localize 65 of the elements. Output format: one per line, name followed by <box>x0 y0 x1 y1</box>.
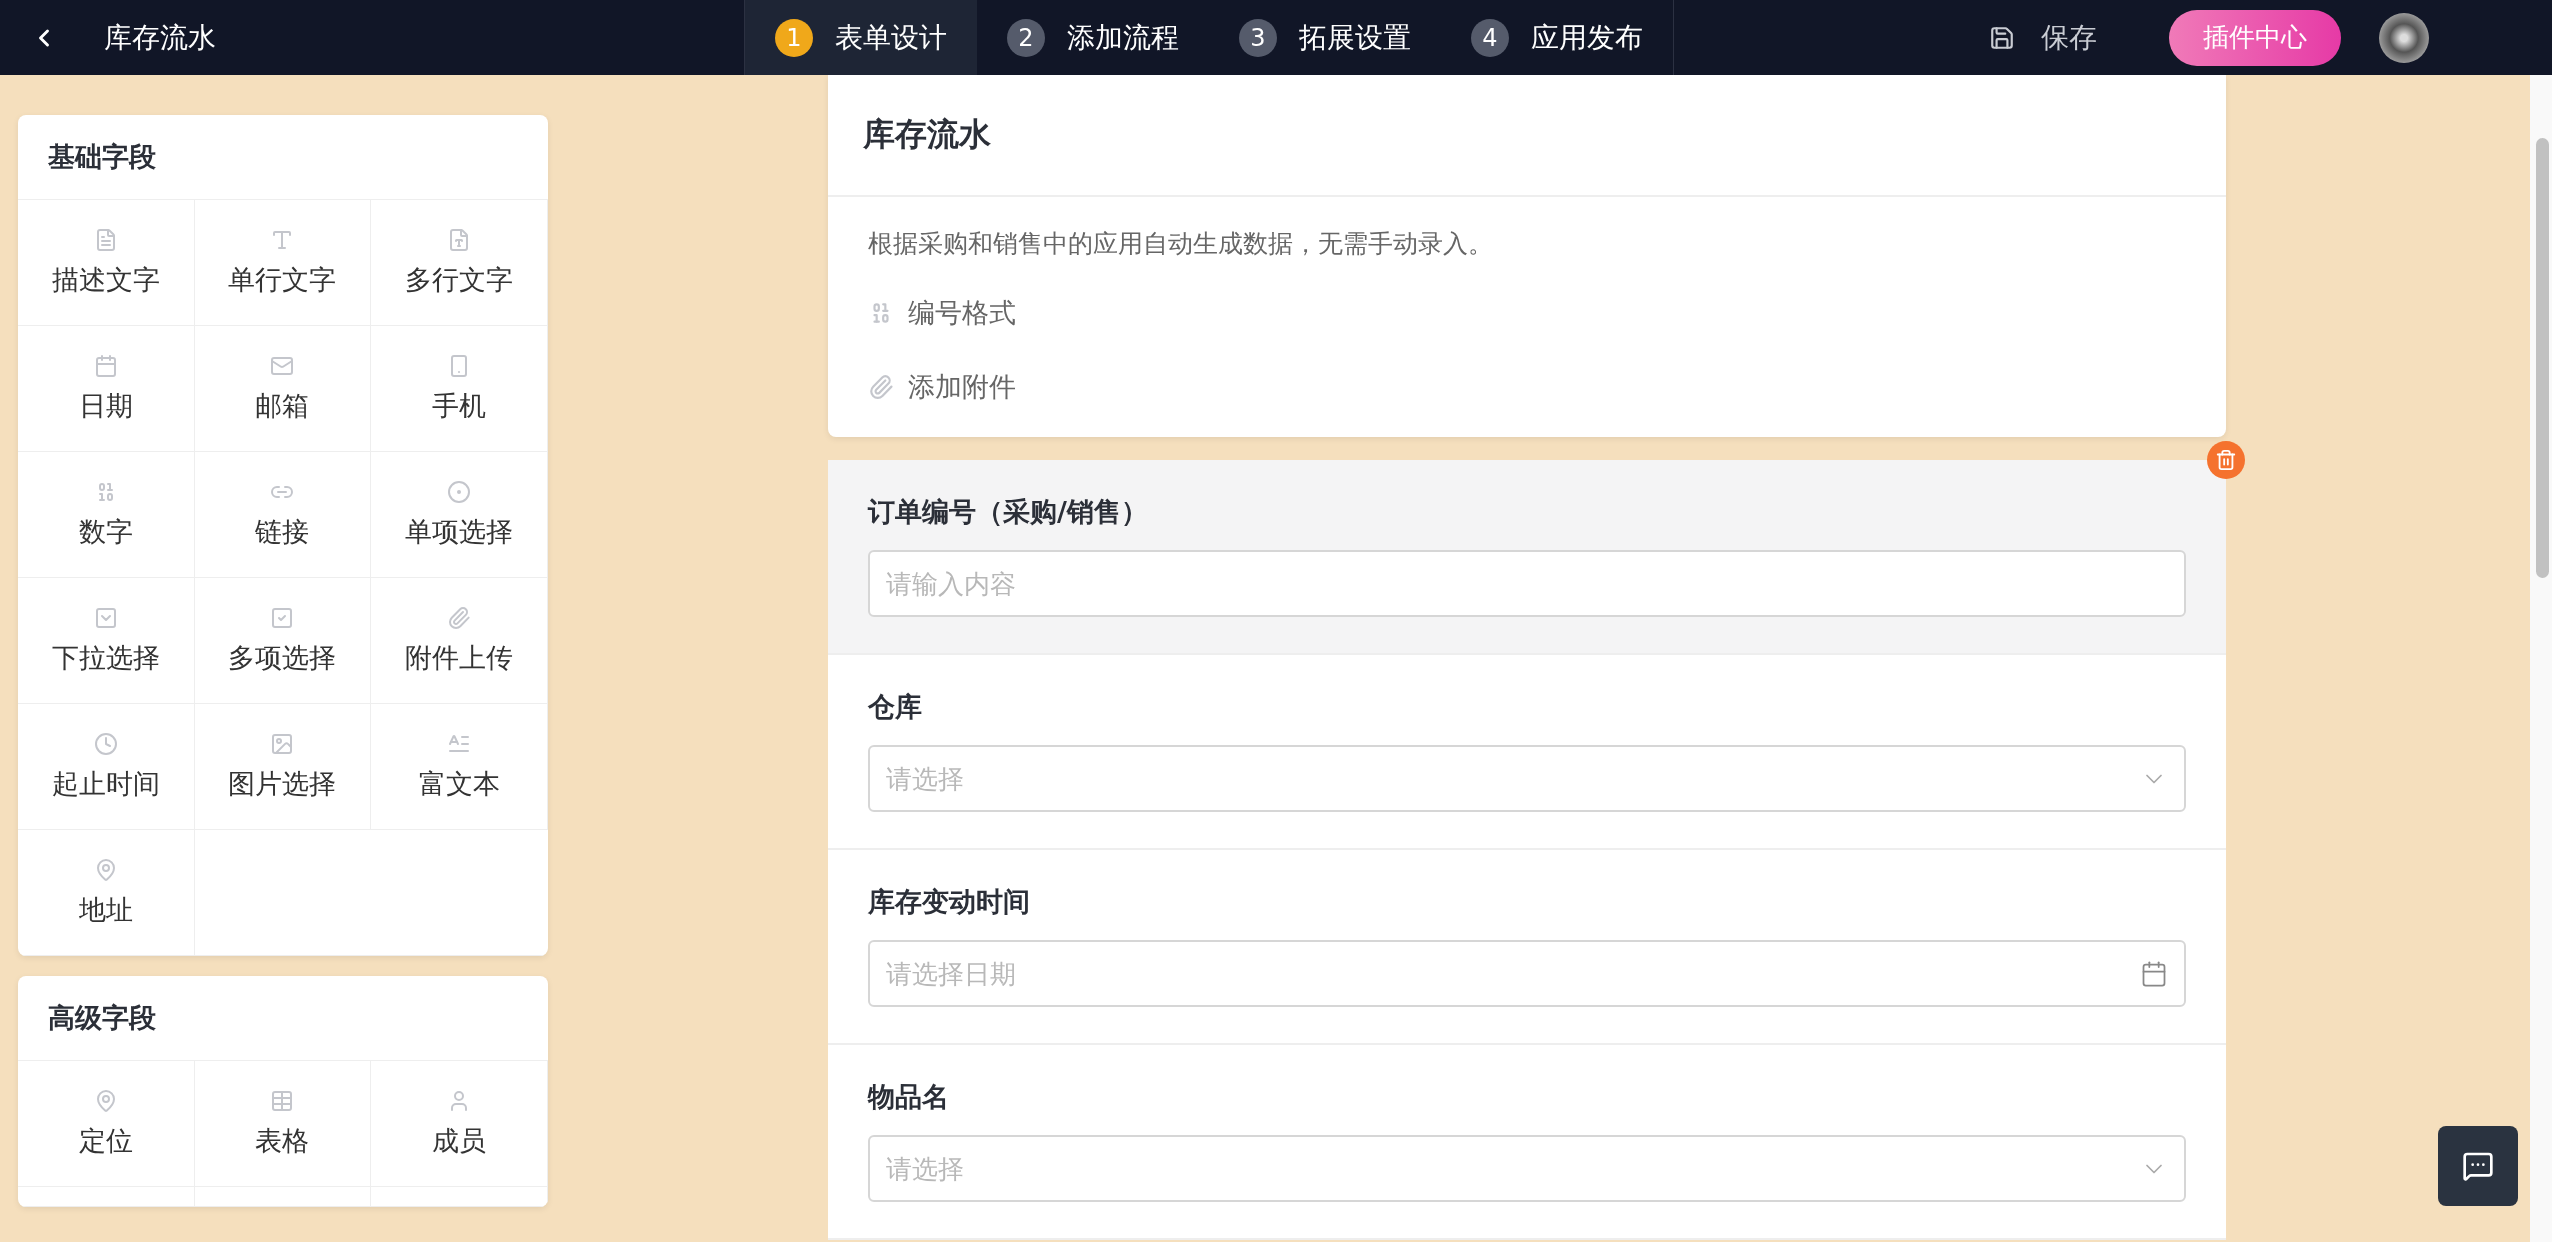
avatar[interactable] <box>2379 12 2429 63</box>
table-icon <box>270 1088 295 1113</box>
step-number: 4 <box>1471 18 1509 57</box>
field-type-item[interactable]: 多项选择 <box>194 578 372 704</box>
step-label: 拓展设置 <box>1299 19 1411 56</box>
field-type-item[interactable]: 数字 <box>18 452 195 578</box>
date-field[interactable]: 请选择日期 <box>868 940 2186 1007</box>
form-option[interactable]: 添加附件 <box>868 357 2186 417</box>
field-label: 物品名 <box>868 1080 950 1114</box>
radio-icon <box>447 479 472 504</box>
form-option[interactable]: 编号格式 <box>868 283 2186 343</box>
chat-button[interactable] <box>2438 1126 2518 1206</box>
dropdown-icon <box>93 605 118 630</box>
delete-button[interactable] <box>2207 441 2245 479</box>
step-tab[interactable]: 4 应用发布 <box>1441 0 1673 75</box>
scrollbar[interactable] <box>2530 75 2552 1242</box>
calendar-icon <box>2140 959 2168 988</box>
panel-title: 基础字段 <box>18 115 548 200</box>
select-field[interactable]: 请选择 <box>868 1135 2186 1202</box>
paperclip-icon <box>447 605 472 630</box>
step-number: 1 <box>775 18 813 57</box>
trash-icon <box>2215 449 2237 471</box>
field-type-item[interactable]: 富文本 <box>371 704 548 830</box>
field-type-item[interactable]: 下拉选择 <box>18 578 195 704</box>
field-type-item[interactable]: 链接 <box>194 452 372 578</box>
checkbox-icon <box>270 605 295 630</box>
paperclip-icon <box>868 374 894 400</box>
panel-title: 高级字段 <box>18 976 548 1061</box>
step-tab[interactable]: 2 添加流程 <box>977 0 1209 75</box>
app-title: 库存流水 <box>104 19 217 56</box>
image-icon <box>270 731 295 756</box>
calendar-icon <box>93 353 118 378</box>
step-number: 3 <box>1239 18 1277 57</box>
field-type-item[interactable]: 成员 <box>371 1061 548 1187</box>
field-type-item[interactable]: 单项选择 <box>371 452 548 578</box>
step-number: 2 <box>1007 18 1045 57</box>
step-label: 添加流程 <box>1067 19 1179 56</box>
field-type-item[interactable]: 日期 <box>18 326 195 452</box>
form-description: 根据采购和销售中的应用自动生成数据，无需手动录入。 <box>868 228 1494 260</box>
field-type-item[interactable]: 地址 <box>18 830 195 956</box>
field-label: 订单编号（采购/销售） <box>868 495 1149 529</box>
field-type-item[interactable]: 图片选择 <box>194 704 372 830</box>
field-label: 库存变动时间 <box>868 885 1031 919</box>
select-field[interactable]: 请选择 <box>868 745 2186 812</box>
field-type-item[interactable]: 定位 <box>18 1061 195 1187</box>
field-type-item[interactable]: 多行文字 <box>371 200 548 326</box>
step-tab[interactable]: 1 表单设计 <box>745 0 977 75</box>
clock-icon <box>93 731 118 756</box>
field-type-item[interactable]: 表格 <box>194 1061 372 1187</box>
field-type-item[interactable]: 附件上传 <box>371 578 548 704</box>
field-type-item[interactable]: 起止时间 <box>18 704 195 830</box>
field-label: 仓库 <box>868 690 923 724</box>
step-label: 应用发布 <box>1531 19 1643 56</box>
field-type-item[interactable]: 单行文字 <box>194 200 372 326</box>
field-type-item[interactable]: 邮箱 <box>194 326 372 452</box>
field-type-item[interactable]: 描述文字 <box>18 200 195 326</box>
form-field[interactable]: 订单编号（采购/销售） 请输入内容 <box>828 460 2226 655</box>
chat-icon <box>2462 1150 2494 1182</box>
field-type-item[interactable]: 手机 <box>371 326 548 452</box>
step-tab[interactable]: 3 拓展设置 <box>1209 0 1441 75</box>
step-label: 表单设计 <box>835 19 947 56</box>
form-title: 库存流水 <box>828 75 2226 197</box>
save-icon <box>1989 24 2015 51</box>
save-button[interactable]: 保存 <box>1989 18 2097 57</box>
input-field[interactable]: 请输入内容 <box>868 550 2186 617</box>
